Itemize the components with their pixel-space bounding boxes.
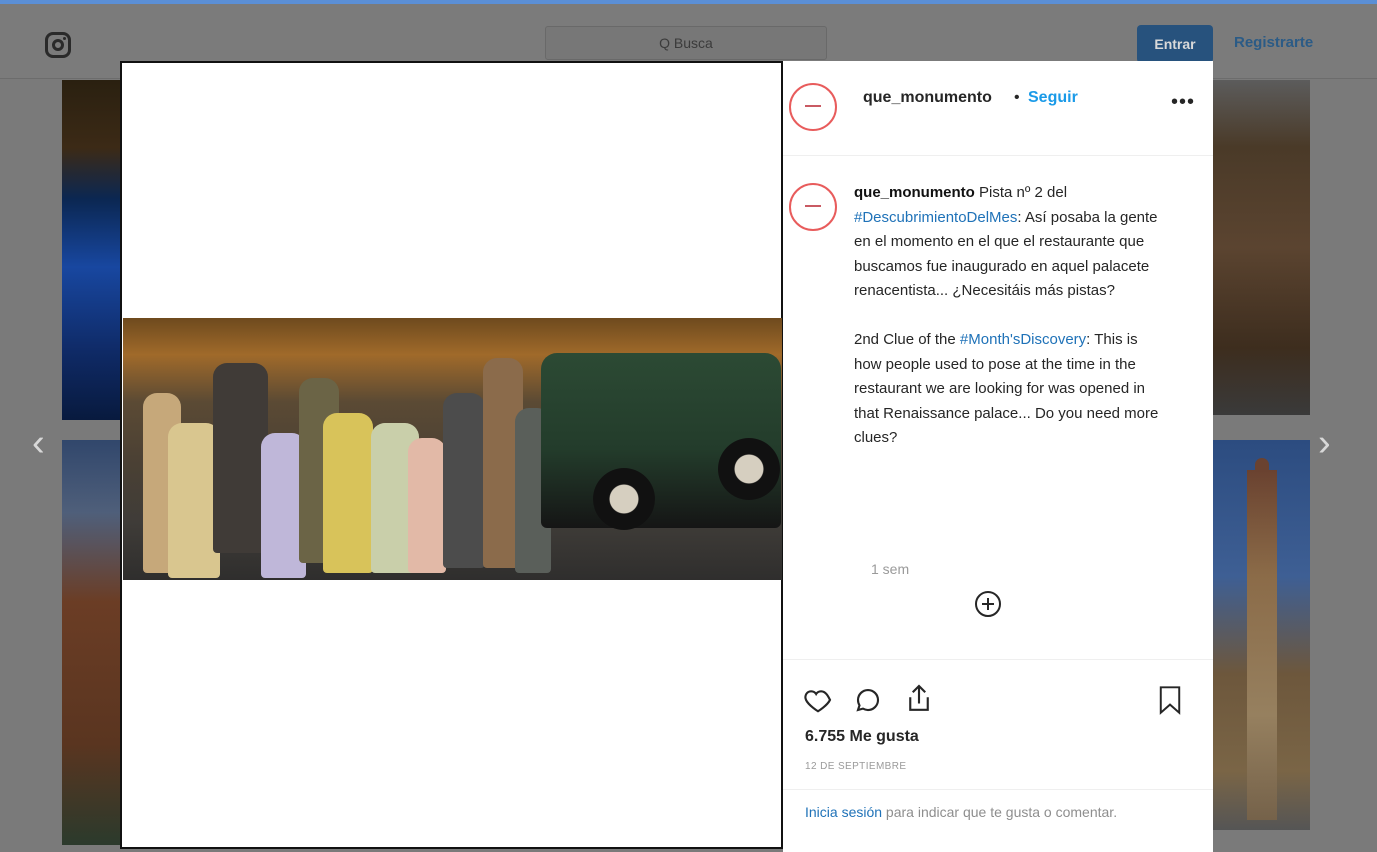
follow-button[interactable]: Seguir <box>1028 89 1078 107</box>
post-detail-panel: que_monumento • Seguir ••• que_monumento… <box>783 61 1213 852</box>
plus-circle-icon[interactable] <box>975 591 1001 617</box>
caption-text: : This is how people used to pose at the… <box>854 331 1159 446</box>
post-date[interactable]: 12 DE SEPTIEMBRE <box>805 761 906 772</box>
caption-text: Pista nº 2 del <box>979 184 1068 201</box>
post-image-container <box>120 61 783 849</box>
car-wheel <box>593 468 655 530</box>
likes-count[interactable]: 6.755 Me gusta <box>805 728 919 746</box>
people-group <box>143 338 553 578</box>
thumbnail-left-bottom[interactable] <box>62 440 122 845</box>
login-link[interactable]: Inicia sesión <box>805 804 882 820</box>
person <box>408 438 446 573</box>
post-photo[interactable] <box>123 318 782 580</box>
post-caption: que_monumento Pista nº 2 del #Descubrimi… <box>854 181 1164 451</box>
divider <box>783 789 1213 790</box>
search-placeholder: Q Busca <box>659 35 713 51</box>
post-username[interactable]: que_monumento <box>863 89 992 107</box>
instagram-icon[interactable] <box>45 32 71 58</box>
separator-dot: • <box>1014 89 1020 106</box>
share-icon[interactable] <box>904 682 934 715</box>
thumbnail-right-top[interactable] <box>1212 80 1310 415</box>
tower-image-detail <box>1247 458 1277 820</box>
caption-text: 2nd Clue of the <box>854 331 960 348</box>
divider <box>783 659 1213 660</box>
hashtag-link[interactable]: #Month'sDiscovery <box>960 331 1086 348</box>
login-prompt: Inicia sesión para indicar que te gusta … <box>805 801 1125 823</box>
thumbnail-left-top[interactable] <box>62 80 122 420</box>
login-button[interactable]: Entrar <box>1137 25 1213 63</box>
comment-icon[interactable] <box>853 685 883 715</box>
next-arrow-icon[interactable]: › <box>1318 424 1331 462</box>
avatar[interactable] <box>789 83 837 131</box>
person <box>213 363 268 553</box>
person <box>323 413 373 573</box>
avatar[interactable] <box>789 183 837 231</box>
divider <box>783 155 1213 156</box>
car-wheel <box>718 438 780 500</box>
search-input[interactable]: Q Busca <box>545 26 827 60</box>
hashtag-link[interactable]: #DescubrimientoDelMes <box>854 209 1017 226</box>
more-options-icon[interactable]: ••• <box>1171 91 1195 114</box>
prev-arrow-icon[interactable]: ‹ <box>32 424 45 462</box>
heart-icon[interactable] <box>803 685 833 715</box>
bookmark-icon[interactable] <box>1158 685 1182 715</box>
time-ago[interactable]: 1 sem <box>871 561 909 577</box>
person <box>443 393 485 568</box>
login-prompt-text: para indicar que te gusta o comentar. <box>882 804 1118 820</box>
signup-link[interactable]: Registrarte <box>1234 34 1313 51</box>
caption-username[interactable]: que_monumento <box>854 184 975 201</box>
